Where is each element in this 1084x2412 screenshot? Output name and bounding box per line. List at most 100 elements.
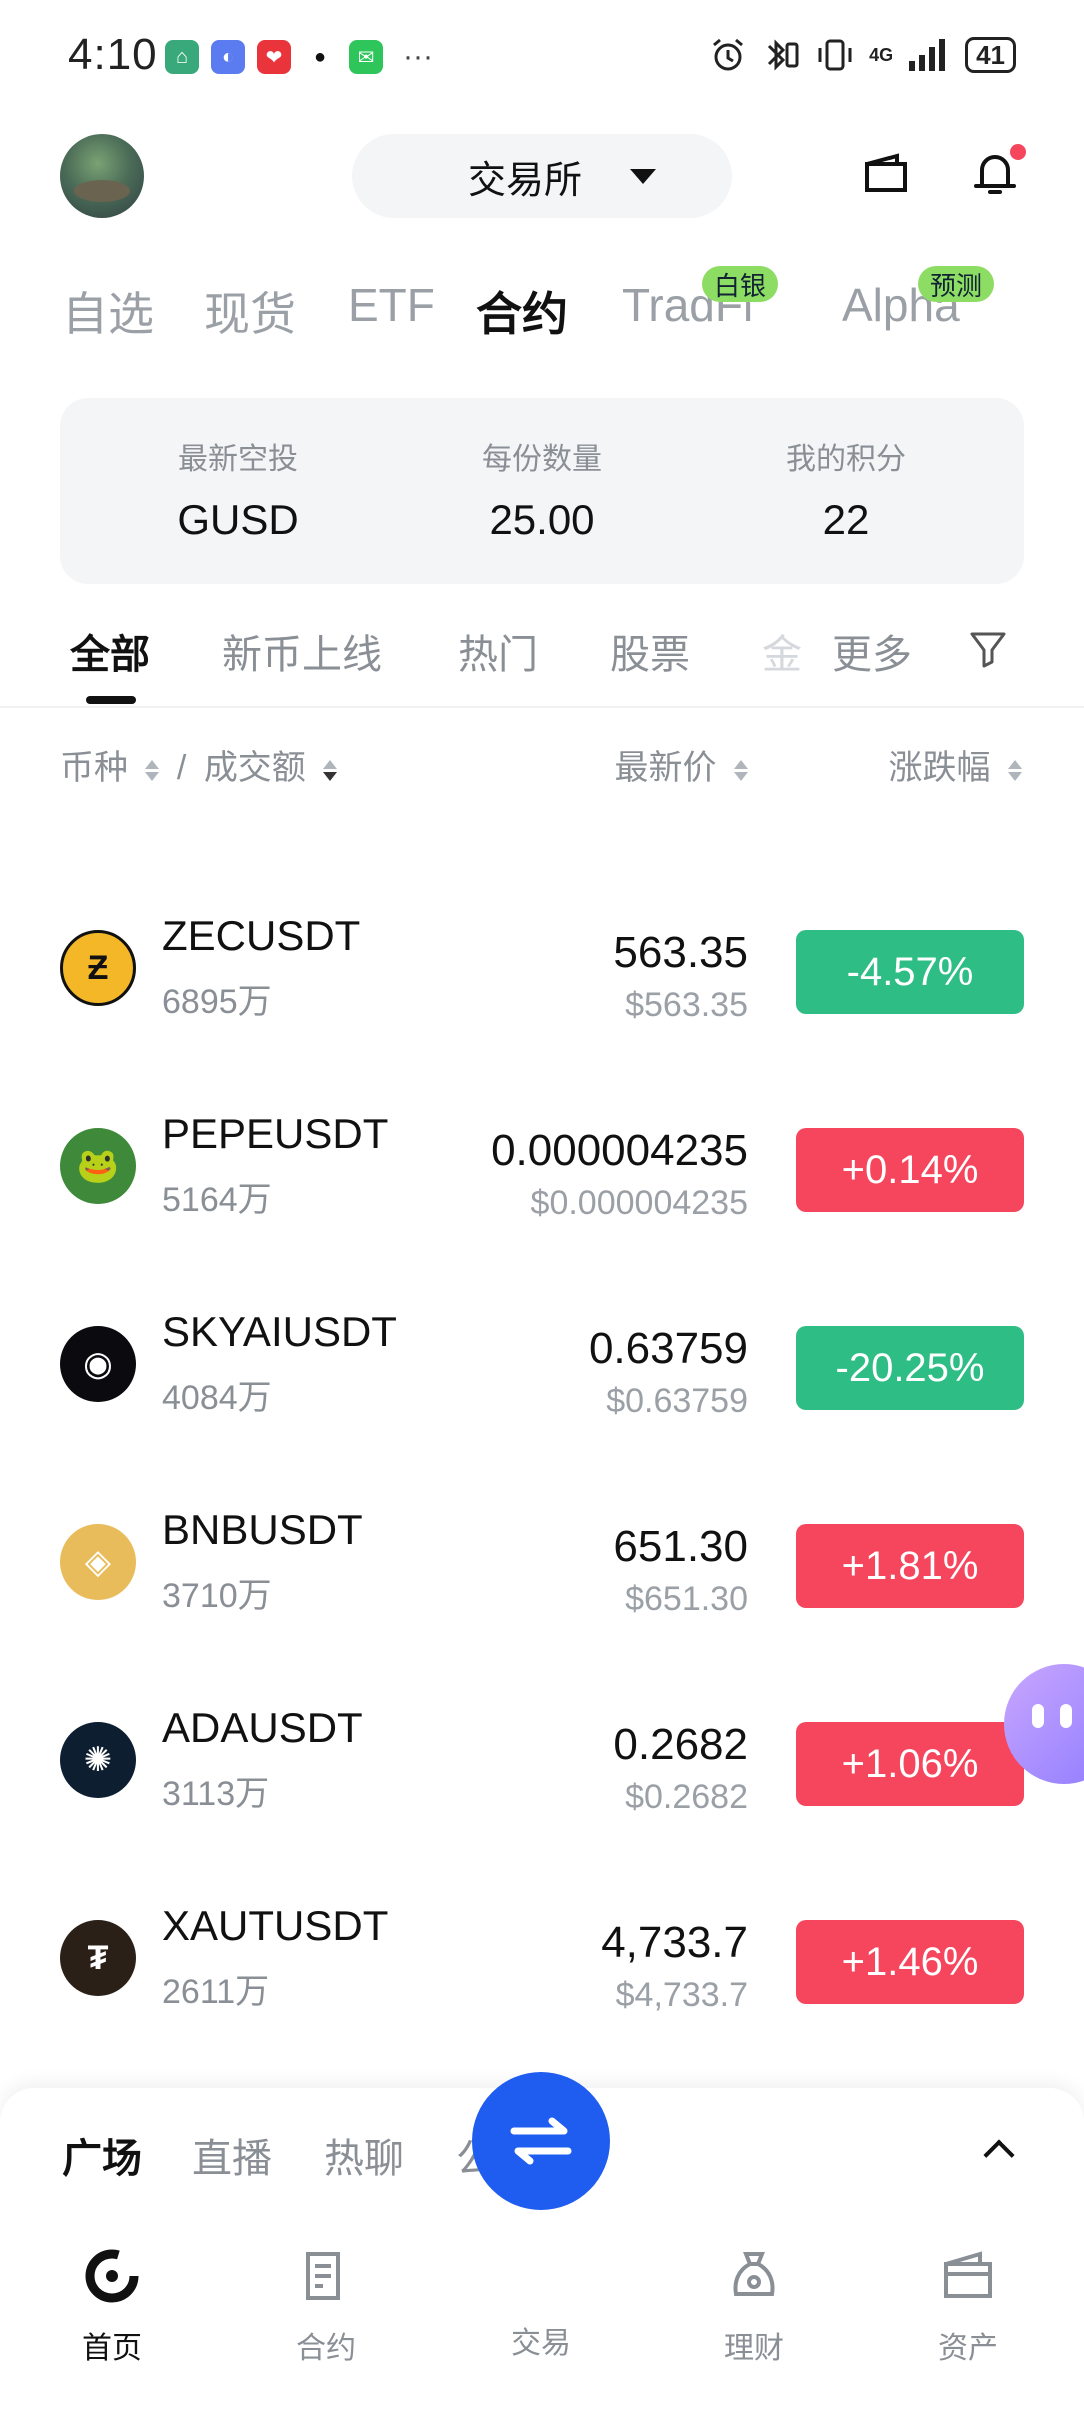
active-tab-indicator bbox=[86, 696, 136, 704]
list-header: 币种 / 成交额 最新价 涨跌幅 bbox=[0, 740, 1084, 790]
nav-earn[interactable]: 理财 bbox=[674, 2246, 834, 2367]
feed-tab-square[interactable]: 广场 bbox=[62, 2126, 142, 2184]
coin-header: 币种 bbox=[60, 749, 128, 787]
prediction-badge: 预测 bbox=[918, 266, 995, 302]
market-row-adausdt[interactable]: ✺ ADAUSDT 3113万 0.2682 $0.2682 +1.06% bbox=[0, 1682, 1084, 1880]
sort-by-coin-volume[interactable]: 币种 / 成交额 bbox=[60, 740, 338, 789]
exchange-selector[interactable]: 交易所 bbox=[352, 134, 732, 218]
tab-futures[interactable]: 合约 bbox=[476, 278, 568, 344]
tab-tradfi[interactable]: TradFi 白银 bbox=[622, 266, 779, 332]
nav-futures[interactable]: 合约 bbox=[246, 2246, 406, 2367]
status-time: 4:10 bbox=[68, 30, 158, 79]
airdrop-card[interactable]: 最新空投 GUSD 每份数量 25.00 我的积分 22 bbox=[60, 398, 1024, 584]
wallet-switch-button[interactable] bbox=[862, 148, 912, 203]
sort-icon bbox=[323, 759, 338, 781]
bnb-coin-icon: ◈ bbox=[60, 1524, 136, 1600]
tab-watchlist[interactable]: 自选 bbox=[62, 278, 154, 344]
usd-price: $563.35 bbox=[625, 986, 748, 1024]
wechat-notification-icon: ✉ bbox=[349, 40, 383, 74]
assistant-eye bbox=[1060, 1704, 1072, 1728]
contract-icon bbox=[306, 2252, 340, 2300]
nav-label: 合约 bbox=[296, 2332, 356, 2365]
vibrate-icon bbox=[818, 39, 852, 71]
feed-tab-live[interactable]: 直播 bbox=[192, 2126, 272, 2184]
tab-label: ETF bbox=[348, 279, 435, 331]
usd-price: $0.000004235 bbox=[530, 1184, 748, 1222]
usd-price: $651.30 bbox=[625, 1580, 748, 1618]
symbol: SKYAIUSDT bbox=[162, 1308, 397, 1355]
coin-glyph: ◉ bbox=[83, 1345, 113, 1383]
subtab-new-listings[interactable]: 新币上线 bbox=[222, 622, 382, 680]
symbol: ZECUSDT bbox=[162, 912, 361, 959]
airdrop-label: 最新空投 bbox=[178, 443, 298, 476]
volume: 2611万 bbox=[162, 1973, 270, 2011]
volume: 6895万 bbox=[162, 983, 272, 1021]
latest-airdrop: 最新空投 GUSD bbox=[88, 434, 388, 544]
tab-etf[interactable]: ETF bbox=[348, 278, 435, 332]
subtab-all[interactable]: 全部 bbox=[70, 622, 150, 680]
wallet-icon bbox=[944, 2251, 992, 2298]
coin-glyph: ₮ bbox=[87, 1938, 109, 1977]
airdrop-value: 22 bbox=[822, 496, 870, 543]
tab-alpha[interactable]: Alpha 预测 bbox=[842, 266, 995, 332]
market-sub-tabs: 全部 新币上线 热门 股票 金 更多 bbox=[0, 612, 1084, 708]
volume: 3113万 bbox=[162, 1775, 270, 1813]
tether-gold-coin-icon: ₮ bbox=[60, 1920, 136, 1996]
change-badge[interactable]: -20.25% bbox=[796, 1326, 1024, 1410]
airdrop-value: GUSD bbox=[177, 496, 299, 543]
market-row-skyaiusdt[interactable]: ◉ SKYAIUSDT 4084万 0.63759 $0.63759 -20.2… bbox=[0, 1286, 1084, 1484]
pepe-coin-icon: 🐸 bbox=[60, 1128, 136, 1204]
battery-indicator: 41 bbox=[965, 37, 1016, 73]
sort-by-price[interactable]: 最新价 bbox=[615, 740, 748, 789]
last-price: 0.000004235 bbox=[491, 1126, 748, 1175]
amount-per-share: 每份数量 25.00 bbox=[392, 434, 692, 544]
earn-icon bbox=[733, 2252, 775, 2296]
usd-price: $0.2682 bbox=[625, 1778, 748, 1816]
subtab-stocks[interactable]: 股票 bbox=[610, 622, 690, 680]
trade-button[interactable] bbox=[472, 2072, 610, 2210]
last-price: 563.35 bbox=[613, 928, 748, 977]
symbol: ADAUSDT bbox=[162, 1704, 363, 1751]
change-badge[interactable]: +1.46% bbox=[796, 1920, 1024, 2004]
nav-label: 交易 bbox=[511, 2327, 571, 2360]
change-badge[interactable]: +1.06% bbox=[796, 1722, 1024, 1806]
user-avatar[interactable] bbox=[60, 134, 144, 218]
subtab-more[interactable]: 更多 bbox=[832, 622, 912, 680]
market-row-bnbusdt[interactable]: ◈ BNBUSDT 3710万 651.30 $651.30 +1.81% bbox=[0, 1484, 1084, 1682]
change-badge[interactable]: -4.57% bbox=[796, 930, 1024, 1014]
tab-label: 合约 bbox=[476, 288, 568, 340]
subtab-hot[interactable]: 热门 bbox=[458, 622, 538, 680]
symbol: BNBUSDT bbox=[162, 1506, 363, 1553]
notification-icons: ⌂ ◐ ❤ ● ✉ ··· bbox=[165, 40, 433, 74]
market-row-pepeusdt[interactable]: 🐸 PEPEUSDT 5164万 0.000004235 $0.00000423… bbox=[0, 1088, 1084, 1286]
silver-badge: 白银 bbox=[702, 266, 779, 302]
change-badge[interactable]: +1.81% bbox=[796, 1524, 1024, 1608]
market-row-zecusdt[interactable]: Ƶ ZECUSDT 6895万 563.35 $563.35 -4.57% bbox=[0, 890, 1084, 1088]
price-header: 最新价 bbox=[614, 749, 717, 787]
change-badge[interactable]: +0.14% bbox=[796, 1128, 1024, 1212]
caret-down-icon bbox=[630, 168, 656, 184]
app-notification-icon: ⌂ bbox=[165, 40, 199, 74]
nav-assets[interactable]: 资产 bbox=[888, 2246, 1048, 2367]
sort-by-change[interactable]: 涨跌幅 bbox=[889, 740, 1022, 789]
notifications-button[interactable] bbox=[970, 144, 1026, 198]
subtab-gold[interactable]: 金 bbox=[762, 622, 802, 680]
feed-tab-chat[interactable]: 热聊 bbox=[324, 2126, 404, 2184]
sort-icon bbox=[145, 759, 160, 781]
nav-label: 首页 bbox=[82, 2332, 142, 2365]
nav-trade-spacer bbox=[511, 2246, 571, 2306]
last-price: 0.2682 bbox=[613, 1720, 748, 1769]
swap-icon bbox=[510, 2117, 572, 2165]
usd-price: $0.63759 bbox=[606, 1382, 748, 1420]
nav-label: 资产 bbox=[938, 2332, 998, 2365]
nav-home[interactable]: 首页 bbox=[32, 2246, 192, 2367]
filter-icon[interactable] bbox=[966, 626, 1010, 670]
market-row-xautusdt[interactable]: ₮ XAUTUSDT 2611万 4,733.7 $4,733.7 +1.46% bbox=[0, 1880, 1084, 2078]
sort-icon bbox=[734, 759, 748, 781]
battery-level: 41 bbox=[976, 39, 1005, 70]
alarm-icon bbox=[713, 38, 744, 71]
tab-spot[interactable]: 现货 bbox=[204, 278, 296, 344]
usd-price: $4,733.7 bbox=[615, 1976, 748, 2014]
chevron-up-icon[interactable] bbox=[983, 2139, 1015, 2171]
nav-trade[interactable]: 交易 bbox=[461, 2246, 621, 2362]
